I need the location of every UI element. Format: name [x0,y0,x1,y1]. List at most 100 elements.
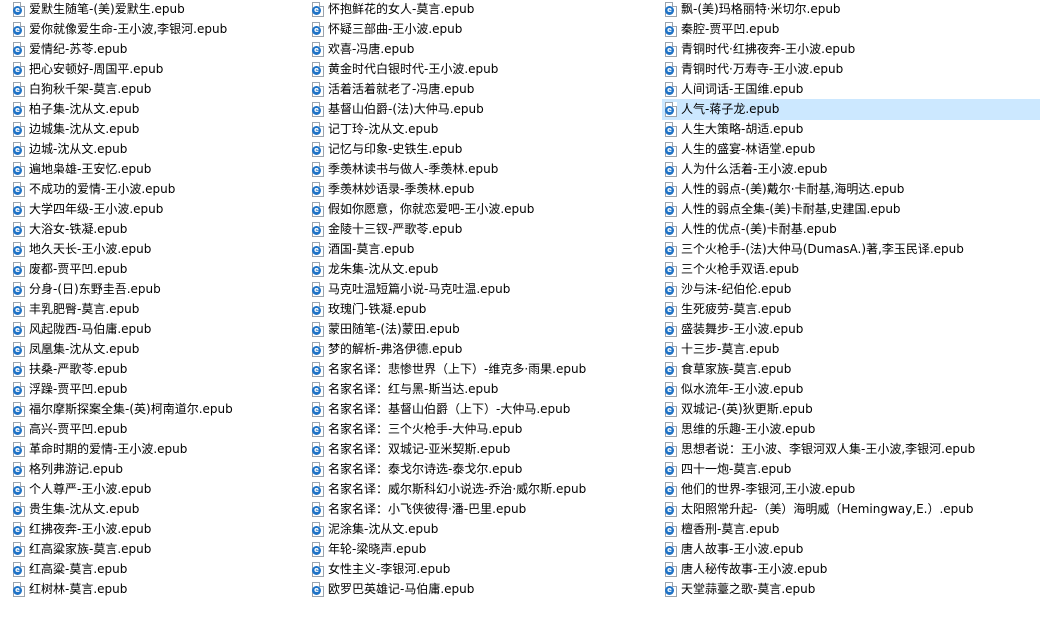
file-item[interactable]: e 白狗秋千架-莫言.epub [10,79,300,100]
file-item[interactable]: e 龙朱集-沈从文.epub [309,259,654,280]
file-item[interactable]: e 记丁玲-沈从文.epub [309,119,654,140]
file-item[interactable]: e 基督山伯爵-(法)大仲马.epub [309,99,654,120]
file-item[interactable]: e 十三步-莫言.epub [662,339,1040,360]
file-item[interactable]: e 丰乳肥臀-莫言.epub [10,299,300,320]
file-item[interactable]: e 个人尊严-王小波.epub [10,479,300,500]
epub-file-icon: e [13,242,25,257]
file-name: 边城-沈从文.epub [29,142,128,156]
file-item[interactable]: e 浮躁-贾平凹.epub [10,379,300,400]
file-item[interactable]: e 人性的优点-(美)卡耐基.epub [662,219,1040,240]
file-item[interactable]: e 废都-贾平凹.epub [10,259,300,280]
file-item[interactable]: e 思想者说：王小波、李银河双人集-王小波,李银河.epub [662,439,1040,460]
file-item[interactable]: e 人生的盛宴-林语堂.epub [662,139,1040,160]
file-item[interactable]: e 蒙田随笔-(法)蒙田.epub [309,319,654,340]
file-item[interactable]: e 贵生集-沈从文.epub [10,499,300,520]
file-item[interactable]: e 他们的世界-李银河,王小波.epub [662,479,1040,500]
file-item[interactable]: e 天堂蒜薹之歌-莫言.epub [662,579,1040,600]
file-item[interactable]: e 福尔摩斯探案全集-(英)柯南道尔.epub [10,399,300,420]
file-item[interactable]: e 红拂夜奔-王小波.epub [10,519,300,540]
file-item[interactable]: e 飘-(美)玛格丽特·米切尔.epub [662,0,1040,20]
file-item[interactable]: e 马克吐温短篇小说-马克吐温.epub [309,279,654,300]
file-item[interactable]: e 思维的乐趣-王小波.epub [662,419,1040,440]
file-item[interactable]: e 革命时期的爱情-王小波.epub [10,439,300,460]
file-item[interactable]: e 红高粱-莫言.epub [10,559,300,580]
file-item[interactable]: e 黄金时代白银时代-王小波.epub [309,59,654,80]
file-item[interactable]: e 爱你就像爱生命-王小波,李银河.epub [10,19,300,40]
file-item[interactable]: e 梦的解析-弗洛伊德.epub [309,339,654,360]
file-item[interactable]: e 红高粱家族-莫言.epub [10,539,300,560]
file-item[interactable]: e 泥涂集-沈从文.epub [309,519,654,540]
file-item[interactable]: e 名家名译：三个火枪手-大仲马.epub [309,419,654,440]
file-item[interactable]: e 欧罗巴英雄记-马伯庸.epub [309,579,654,600]
file-item[interactable]: e 玫瑰门-铁凝.epub [309,299,654,320]
file-item[interactable]: e 三个火枪手双语.epub [662,259,1040,280]
file-name: 风起陇西-马伯庸.epub [29,322,152,336]
file-item[interactable]: e 大浴女-铁凝.epub [10,219,300,240]
file-item[interactable]: e 人间词话-王国维.epub [662,79,1040,100]
file-item[interactable]: e 把心安顿好-周国平.epub [10,59,300,80]
file-item[interactable]: e 凤凰集-沈从文.epub [10,339,300,360]
file-item[interactable]: e 柏子集-沈从文.epub [10,99,300,120]
epub-file-icon: e [13,222,25,237]
epub-badge-icon: e [13,486,22,495]
file-item[interactable]: e 金陵十三钗-严歌苓.epub [309,219,654,240]
file-item[interactable]: e 女性主义-李银河.epub [309,559,654,580]
file-item[interactable]: e 活着活着就老了-冯唐.epub [309,79,654,100]
file-item[interactable]: e 风起陇西-马伯庸.epub [10,319,300,340]
file-item[interactable]: e 三个火枪手-(法)大仲马(DumasA.)著,李玉民译.epub [662,239,1040,260]
file-item[interactable]: e 季羡林妙语录-季羡林.epub [309,179,654,200]
file-item[interactable]: e 扶桑-严歌苓.epub [10,359,300,380]
file-item[interactable]: e 人性的弱点-(美)戴尔·卡耐基,海明达.epub [662,179,1040,200]
file-item[interactable]: e 大学四年级-王小波.epub [10,199,300,220]
file-item[interactable]: e 红树林-莫言.epub [10,579,300,600]
file-item[interactable]: e 地久天长-王小波.epub [10,239,300,260]
file-item[interactable]: e 名家名译：双城记-亚米契斯.epub [309,439,654,460]
file-item[interactable]: e 食草家族-莫言.epub [662,359,1040,380]
file-item[interactable]: e 太阳照常升起-（美）海明威（Hemingway,E.）.epub [662,499,1040,520]
file-item[interactable]: e 双城记-(英)狄更斯.epub [662,399,1040,420]
file-item[interactable]: e 名家名译：威尔斯科幻小说选-乔治·威尔斯.epub [309,479,654,500]
file-item[interactable]: e 人为什么活着-王小波.epub [662,159,1040,180]
file-item[interactable]: e 唐人故事-王小波.epub [662,539,1040,560]
file-item[interactable]: e 记忆与印象-史铁生.epub [309,139,654,160]
file-item[interactable]: e 名家名译：基督山伯爵（上下）-大仲马.epub [309,399,654,420]
file-item[interactable]: e 名家名译：小飞侠彼得·潘-巴里.epub [309,499,654,520]
file-item[interactable]: e 似水流年-王小波.epub [662,379,1040,400]
file-item[interactable]: e 人性的弱点全集-(美)卡耐基,史建国.epub [662,199,1040,220]
file-item[interactable]: e 青铜时代·万寿寺-王小波.epub [662,59,1040,80]
file-item[interactable]: e 假如你愿意，你就恋爱吧-王小波.epub [309,199,654,220]
file-item[interactable]: e 年轮-梁晓声.epub [309,539,654,560]
file-item[interactable]: e 生死疲劳-莫言.epub [662,299,1040,320]
file-item[interactable]: e 名家名译：红与黑-斯当达.epub [309,379,654,400]
file-item[interactable]: e 格列弗游记.epub [10,459,300,480]
file-item[interactable]: e 边城-沈从文.epub [10,139,300,160]
file-item[interactable]: e 季羡林读书与做人-季羡林.epub [309,159,654,180]
file-item[interactable]: e 边城集-沈从文.epub [10,119,300,140]
epub-badge-icon: e [312,166,321,175]
file-item[interactable]: e 秦腔-贾平凹.epub [662,19,1040,40]
file-item[interactable]: e 檀香刑-莫言.epub [662,519,1040,540]
file-item[interactable]: e 爱情纪-苏苓.epub [10,39,300,60]
file-item-selected[interactable]: e 人气-蒋子龙.epub [662,99,1040,120]
file-item[interactable]: e 沙与沫-纪伯伦.epub [662,279,1040,300]
file-item[interactable]: e 怀抱鲜花的女人-莫言.epub [309,0,654,20]
file-item[interactable]: e 分身-(日)东野圭吾.epub [10,279,300,300]
epub-file-icon: e [312,482,324,497]
file-item[interactable]: e 名家名译：悲惨世界（上下）-维克多·雨果.epub [309,359,654,380]
file-item[interactable]: e 怀疑三部曲-王小波.epub [309,19,654,40]
file-item[interactable]: e 遍地枭雄-王安忆.epub [10,159,300,180]
file-item[interactable]: e 四十一炮-莫言.epub [662,459,1040,480]
file-item[interactable]: e 名家名译：泰戈尔诗选-泰戈尔.epub [309,459,654,480]
file-item[interactable]: e 高兴-贾平凹.epub [10,419,300,440]
epub-badge-icon: e [312,66,321,75]
file-item[interactable]: e 酒国-莫言.epub [309,239,654,260]
file-item[interactable]: e 欢喜-冯唐.epub [309,39,654,60]
epub-badge-icon: e [665,326,674,335]
file-item[interactable]: e 不成功的爱情-王小波.epub [10,179,300,200]
file-item[interactable]: e 唐人秘传故事-王小波.epub [662,559,1040,580]
file-item[interactable]: e 爱默生随笔-(美)爱默生.epub [10,0,300,20]
epub-badge-icon: e [312,6,321,15]
file-item[interactable]: e 青铜时代·红拂夜奔-王小波.epub [662,39,1040,60]
file-item[interactable]: e 人生大策略-胡适.epub [662,119,1040,140]
file-item[interactable]: e 盛装舞步-王小波.epub [662,319,1040,340]
